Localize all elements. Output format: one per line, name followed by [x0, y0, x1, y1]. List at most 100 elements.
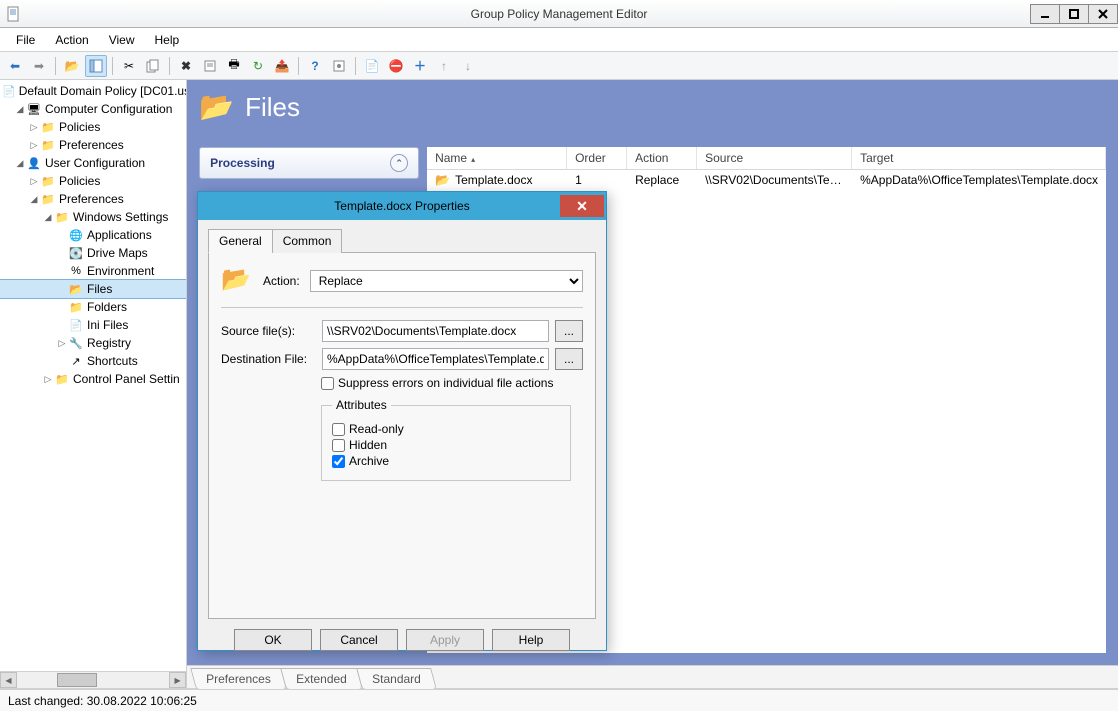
list-row[interactable]: 📂Template.docx 1 Replace \\SRV02\Documen… [427, 170, 1106, 190]
readonly-label: Read-only [349, 422, 404, 436]
env-icon: % [68, 263, 84, 279]
tab-general[interactable]: General [208, 229, 273, 253]
archive-checkbox[interactable] [332, 455, 345, 468]
source-browse-button[interactable]: ... [555, 320, 583, 342]
col-name[interactable]: Name [427, 147, 567, 169]
tree-windows-settings[interactable]: ◢📁Windows Settings [0, 208, 186, 226]
tree-panel: 📄Default Domain Policy [DC01.us ◢🖥Comput… [0, 80, 187, 688]
app-icon [6, 6, 22, 22]
close-button[interactable] [1088, 4, 1118, 24]
dialog-close-button[interactable]: ✕ [560, 195, 604, 217]
refresh-button[interactable]: ↻ [247, 55, 269, 77]
delete-button[interactable]: ✖ [175, 55, 197, 77]
tree-folders[interactable]: 📁Folders [0, 298, 186, 316]
scroll-right-button[interactable]: ▶ [169, 672, 186, 688]
tree-label: Shortcuts [87, 354, 138, 368]
ok-button[interactable]: OK [234, 629, 312, 651]
suppress-checkbox[interactable] [321, 377, 334, 390]
tab-extended[interactable]: Extended [280, 668, 362, 689]
tree-label: Drive Maps [87, 246, 148, 260]
add-button[interactable]: ＋ [409, 55, 431, 77]
cancel-button[interactable]: Cancel [320, 629, 398, 651]
col-action[interactable]: Action [627, 147, 697, 169]
tree-label: Ini Files [87, 318, 128, 332]
tab-common[interactable]: Common [272, 229, 343, 253]
help-button[interactable]: Help [492, 629, 570, 651]
menu-action[interactable]: Action [47, 30, 96, 50]
apply-button[interactable]: Apply [406, 629, 484, 651]
tree-ini-files[interactable]: 📄Ini Files [0, 316, 186, 334]
attributes-fieldset: Attributes Read-only Hidden Archive [321, 398, 571, 481]
scroll-thumb[interactable] [57, 673, 97, 687]
new-button[interactable]: 📄 [361, 55, 383, 77]
dialog-titlebar[interactable]: Template.docx Properties ✕ [198, 192, 606, 220]
cut-button[interactable]: ✂ [118, 55, 140, 77]
action-select[interactable]: Replace [310, 270, 583, 292]
export-button[interactable]: 📤 [271, 55, 293, 77]
dialog-buttons: OK Cancel Apply Help [208, 619, 596, 661]
tree-files[interactable]: 📂Files [0, 280, 186, 298]
back-button[interactable]: ⬅ [4, 55, 26, 77]
up-folder-button[interactable]: 📂 [61, 55, 83, 77]
options-button[interactable] [328, 55, 350, 77]
tree-hscrollbar[interactable]: ◀ ▶ [0, 671, 186, 688]
tree-uc-policies[interactable]: ▷📁Policies [0, 172, 186, 190]
minimize-button[interactable] [1030, 4, 1060, 24]
col-target[interactable]: Target [852, 147, 1106, 169]
folder-icon: 📁 [40, 137, 56, 153]
tree-environment[interactable]: %Environment [0, 262, 186, 280]
tree-cc-policies[interactable]: ▷📁Policies [0, 118, 186, 136]
move-down-button[interactable]: ↓ [457, 55, 479, 77]
tree-drive-maps[interactable]: 💽Drive Maps [0, 244, 186, 262]
tree-label: Preferences [59, 192, 124, 206]
menu-view[interactable]: View [101, 30, 143, 50]
collapse-button[interactable]: ⌃ [390, 154, 408, 172]
dest-browse-button[interactable]: ... [555, 348, 583, 370]
registry-icon: 🔧 [68, 335, 84, 351]
tree-label: Windows Settings [73, 210, 168, 224]
show-tree-button[interactable] [85, 55, 107, 77]
tree-shortcuts[interactable]: ↗Shortcuts [0, 352, 186, 370]
tree-root[interactable]: 📄Default Domain Policy [DC01.us [0, 82, 186, 100]
menu-help[interactable]: Help [147, 30, 188, 50]
readonly-checkbox[interactable] [332, 423, 345, 436]
sidecard-title: Processing [210, 156, 275, 170]
col-source[interactable]: Source [697, 147, 852, 169]
files-icon: 📂 [68, 281, 84, 297]
menu-bar: File Action View Help [0, 28, 1118, 52]
dialog-tabs: General Common [208, 228, 596, 253]
properties-button[interactable] [199, 55, 221, 77]
content-header: 📂 Files [187, 80, 1118, 135]
tree-label: Preferences [59, 138, 124, 152]
tree-user-config[interactable]: ◢👤User Configuration [0, 154, 186, 172]
source-input[interactable] [322, 320, 549, 342]
forward-button[interactable]: ➡ [28, 55, 50, 77]
copy-button[interactable] [142, 55, 164, 77]
tab-preferences[interactable]: Preferences [190, 668, 286, 689]
help-button[interactable]: ? [304, 55, 326, 77]
tree-label: Policies [59, 174, 100, 188]
move-up-button[interactable]: ↑ [433, 55, 455, 77]
folder-icon: 📁 [54, 371, 70, 387]
dest-input[interactable] [322, 348, 549, 370]
computer-icon: 🖥 [26, 101, 42, 117]
globe-icon: 🌐 [68, 227, 84, 243]
tree-uc-preferences[interactable]: ◢📁Preferences [0, 190, 186, 208]
menu-file[interactable]: File [8, 30, 43, 50]
tab-standard[interactable]: Standard [356, 668, 436, 689]
print-button[interactable]: 🖶 [223, 55, 245, 77]
tree-registry[interactable]: ▷🔧Registry [0, 334, 186, 352]
files-header-icon: 📂 [199, 90, 235, 126]
tree-cc-preferences[interactable]: ▷📁Preferences [0, 136, 186, 154]
folder-icon: 📁 [54, 209, 70, 225]
tree-computer-config[interactable]: ◢🖥Computer Configuration [0, 100, 186, 118]
folder-icon: 📁 [40, 191, 56, 207]
list-header: Name Order Action Source Target [427, 147, 1106, 170]
maximize-button[interactable] [1059, 4, 1089, 24]
col-order[interactable]: Order [567, 147, 627, 169]
stop-button[interactable]: ⛔ [385, 55, 407, 77]
hidden-checkbox[interactable] [332, 439, 345, 452]
scroll-left-button[interactable]: ◀ [0, 672, 17, 688]
tree-applications[interactable]: 🌐Applications [0, 226, 186, 244]
tree-control-panel[interactable]: ▷📁Control Panel Settin [0, 370, 186, 388]
